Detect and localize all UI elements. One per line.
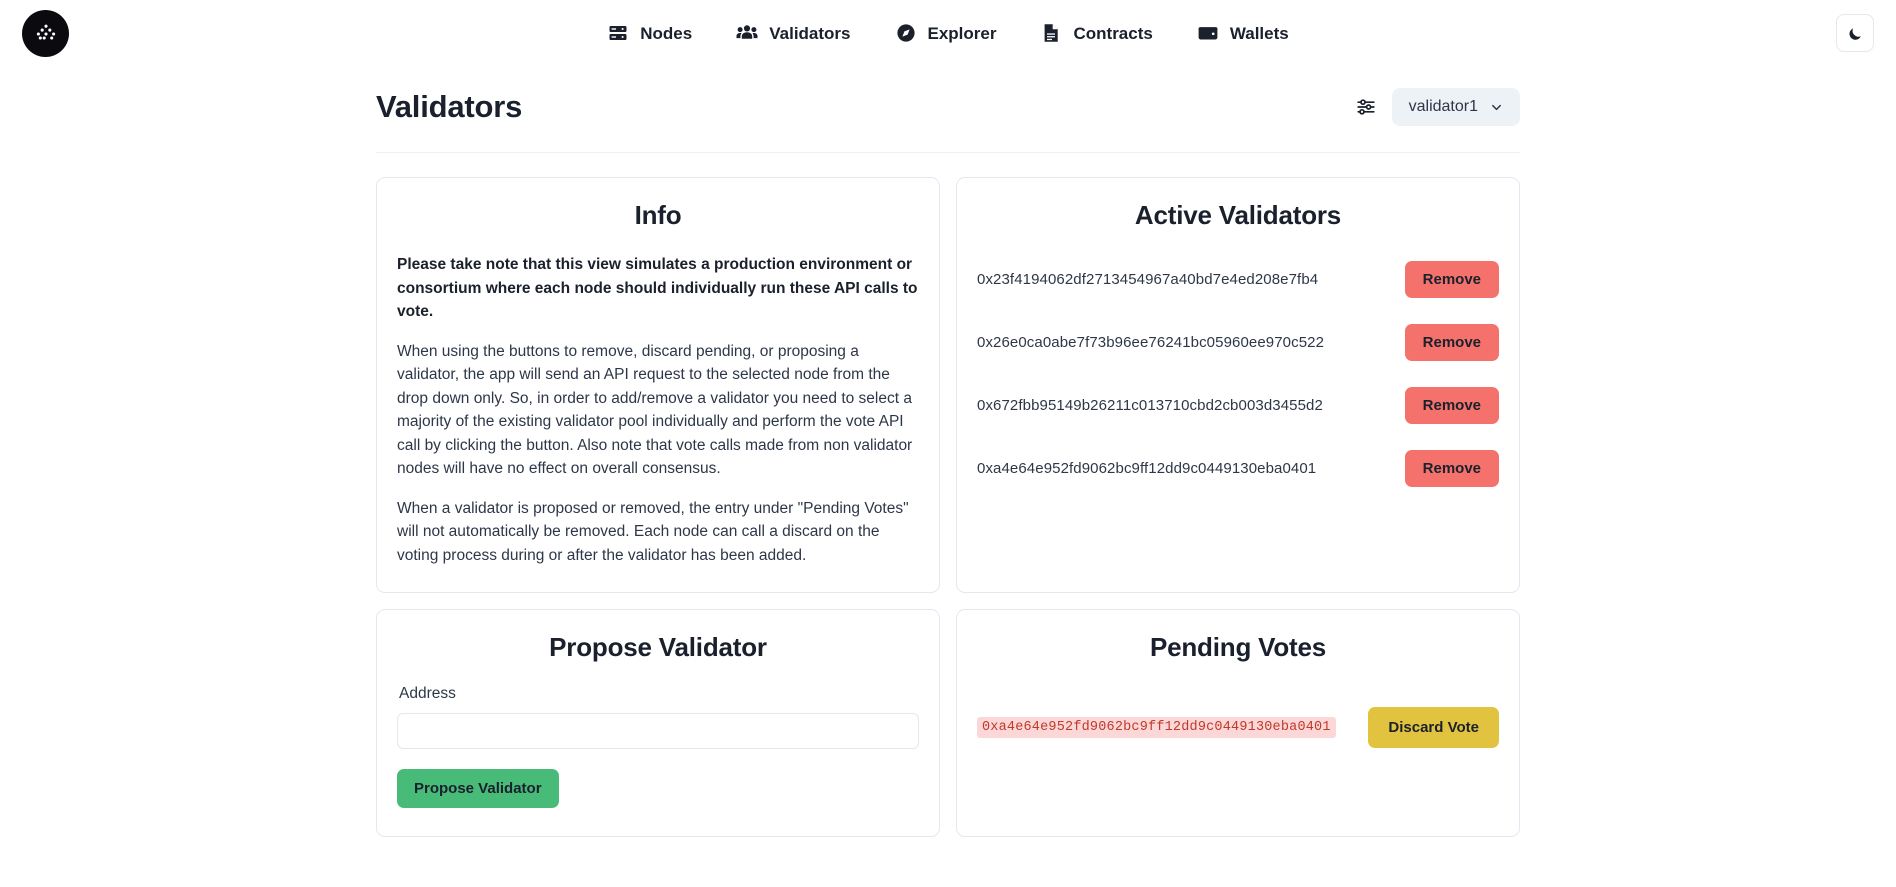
nav-item-nodes[interactable]: Nodes [607,22,692,44]
propose-validator-card: Propose Validator Address Propose Valida… [376,608,940,837]
discard-vote-button[interactable]: Discard Vote [1368,706,1499,748]
nav-item-contracts[interactable]: Contracts [1040,22,1153,44]
validator-address: 0x23f4194062df2713454967a40bd7e4ed208e7f… [977,271,1319,288]
wallet-icon [1197,22,1219,44]
active-validators-card: Active Validators 0x23f4194062df27134549… [956,177,1520,593]
propose-actions: Propose Validator [397,768,919,808]
remove-button[interactable]: Remove [1404,387,1499,424]
table-row: 0x672fbb95149b26211c013710cbd2cb003d3455… [977,379,1499,432]
page-header: Validators validator1 [376,88,1520,153]
chevron-down-icon [1490,101,1503,114]
validator-address: 0xa4e64e952fd9062bc9ff12dd9c0449130eba04… [977,460,1317,477]
document-icon [1040,22,1062,44]
nav-item-wallets[interactable]: Wallets [1197,22,1289,44]
table-row: 0xa4e64e952fd9062bc9ff12dd9c0449130eba04… [977,442,1499,495]
app-logo[interactable] [22,9,69,57]
sliders-icon[interactable] [1356,97,1376,117]
nav-label-wallets: Wallets [1229,23,1289,43]
table-row: 0x26e0ca0abe7f73b96ee76241bc05960ee970c5… [977,316,1499,369]
propose-validator-button[interactable]: Propose Validator [397,768,559,808]
info-card: Info Please take note that this view sim… [376,177,940,593]
list-item: 0xa4e64e952fd9062bc9ff12dd9c0449130eba04… [977,706,1499,748]
server-icon [607,22,629,44]
nav-item-validators[interactable]: Validators [736,22,851,44]
node-select-dropdown[interactable]: validator1 [1391,88,1520,126]
validator-address: 0x672fbb95149b26211c013710cbd2cb003d3455… [977,397,1323,414]
remove-button[interactable]: Remove [1404,324,1499,361]
cards-grid: Info Please take note that this view sim… [376,177,1520,837]
validator-address: 0x26e0ca0abe7f73b96ee76241bc05960ee970c5… [977,334,1325,351]
info-card-title: Info [634,200,682,230]
address-input[interactable] [397,712,919,749]
address-field-label: Address [399,684,456,702]
remove-button[interactable]: Remove [1404,450,1499,487]
active-validators-title: Active Validators [1134,200,1342,230]
nav-label-validators: Validators [769,23,851,43]
info-paragraph-1: Please take note that this view simulate… [397,256,918,321]
propose-validator-title: Propose Validator [549,631,767,662]
table-row: 0x23f4194062df2713454967a40bd7e4ed208e7f… [977,253,1499,306]
remove-button[interactable]: Remove [1404,261,1499,298]
info-paragraph-3: When a validator is proposed or removed,… [397,499,909,565]
info-paragraph-2: When using the buttons to remove, discar… [397,342,913,478]
dots-pyramid-logo-icon [31,18,61,48]
page-title: Validators [376,89,523,124]
pending-votes-title: Pending Votes [1149,631,1327,662]
nav-label-contracts: Contracts [1073,23,1153,43]
compass-icon [895,22,917,44]
pending-vote-address: 0xa4e64e952fd9062bc9ff12dd9c0449130eba04… [977,716,1336,738]
main-navigation: Nodes Validators Explorer Contracts Wall… [0,22,1896,44]
users-group-icon [736,22,758,44]
pending-votes-card: Pending Votes 0xa4e64e952fd9062bc9ff12dd… [956,608,1520,837]
app-header: Nodes Validators Explorer Contracts Wall… [0,0,1896,66]
page-header-actions: validator1 [1356,88,1520,126]
node-select-value: validator1 [1408,98,1478,115]
nav-label-explorer: Explorer [927,23,997,43]
theme-toggle-button[interactable] [1836,14,1874,52]
page-container: Validators validator1 Info Please take n… [376,66,1520,837]
nav-item-explorer[interactable]: Explorer [895,22,997,44]
nav-label-nodes: Nodes [640,23,693,43]
moon-icon [1847,25,1864,42]
